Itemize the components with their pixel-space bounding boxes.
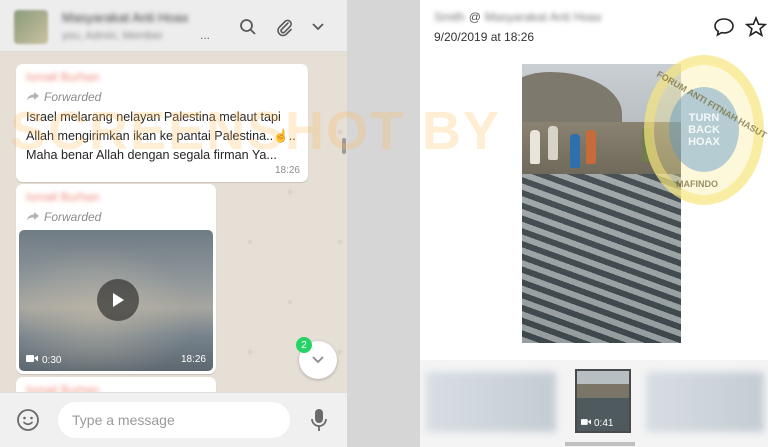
composer	[0, 392, 347, 447]
blurred-thumbnail[interactable]	[426, 372, 556, 432]
search-icon[interactable]	[237, 16, 259, 38]
sender-name: Ismail Burhan	[26, 190, 100, 204]
attach-icon[interactable]	[273, 16, 295, 38]
forward-arrow-icon	[26, 210, 40, 224]
contact-name[interactable]: Masyarakat Anti Hoax	[62, 10, 188, 25]
message-text: Israel melarang nelayan Palestina melaut…	[26, 110, 296, 162]
forward-arrow-icon	[26, 90, 40, 104]
chat-panel: Masyarakat Anti Hoax you, Admin, Member …	[0, 0, 347, 447]
at-symbol: @	[468, 10, 481, 24]
video-meta: 0:30 18:26	[26, 354, 206, 366]
author-name[interactable]: Smith	[434, 10, 465, 24]
reply-icon[interactable]	[713, 16, 735, 38]
thumbnail-strip: 0:41	[420, 360, 768, 447]
strip-scroll-indicator[interactable]	[565, 442, 635, 446]
forwarded-text: Forwarded	[44, 210, 102, 224]
video-thumbnail[interactable]: 0:30 18:26	[19, 230, 213, 371]
turn-back-hoax-stamp: TURN BACK HOAX FORUM ANTI FITNAH HASUT M…	[644, 55, 768, 205]
post-author: Smith @ Masyarakat Anti Hoax	[434, 10, 602, 24]
microphone-icon[interactable]	[308, 407, 330, 433]
emoji-icon[interactable]	[16, 408, 40, 432]
play-button[interactable]	[97, 279, 139, 321]
chevron-down-icon	[312, 356, 324, 364]
message-bubble[interactable]: Ismail Burhan Forwarded Israel melarang …	[16, 64, 308, 182]
panel-divider	[347, 0, 420, 447]
star-icon[interactable]	[744, 15, 768, 38]
chevron-down-icon[interactable]	[307, 16, 329, 38]
message-time: 18:26	[180, 354, 206, 365]
play-icon	[113, 293, 124, 307]
message-time: 18:26	[274, 165, 300, 176]
group-avatar[interactable]	[14, 10, 48, 44]
sender-name: Ismail Burhan	[26, 383, 100, 392]
video-camera-icon	[581, 418, 591, 429]
contact-subtitle: you, Admin, Member	[62, 30, 163, 42]
post-date: 9/20/2019 at 18:26	[434, 30, 535, 44]
chat-header: Masyarakat Anti Hoax you, Admin, Member …	[0, 0, 347, 52]
video-duration: 0:30	[42, 354, 62, 366]
group-name[interactable]: Masyarakat Anti Hoax	[485, 10, 602, 24]
video-message-bubble[interactable]: Ismail Burhan Forwarded 0:30 18:26	[16, 184, 216, 374]
subtitle-ellipsis: ...	[200, 28, 211, 42]
message-input[interactable]	[58, 402, 290, 438]
forwarded-label: Forwarded	[26, 210, 101, 224]
forwarded-text: Forwarded	[44, 90, 102, 104]
message-list[interactable]: Ismail Burhan Forwarded Israel melarang …	[0, 52, 347, 392]
app-root: Masyarakat Anti Hoax you, Admin, Member …	[0, 0, 768, 447]
blurred-thumbnail[interactable]	[646, 372, 764, 432]
sender-name: Ismail Burhan	[26, 70, 100, 84]
thumbnail-duration: 0:41	[594, 418, 614, 429]
selected-thumbnail[interactable]: 0:41	[575, 369, 631, 433]
message-bubble[interactable]: Ismail Burhan	[16, 377, 216, 392]
forwarded-label: Forwarded	[26, 90, 101, 104]
unread-badge: 2	[296, 337, 312, 353]
video-camera-icon	[26, 354, 38, 366]
scrollbar[interactable]	[342, 138, 346, 154]
